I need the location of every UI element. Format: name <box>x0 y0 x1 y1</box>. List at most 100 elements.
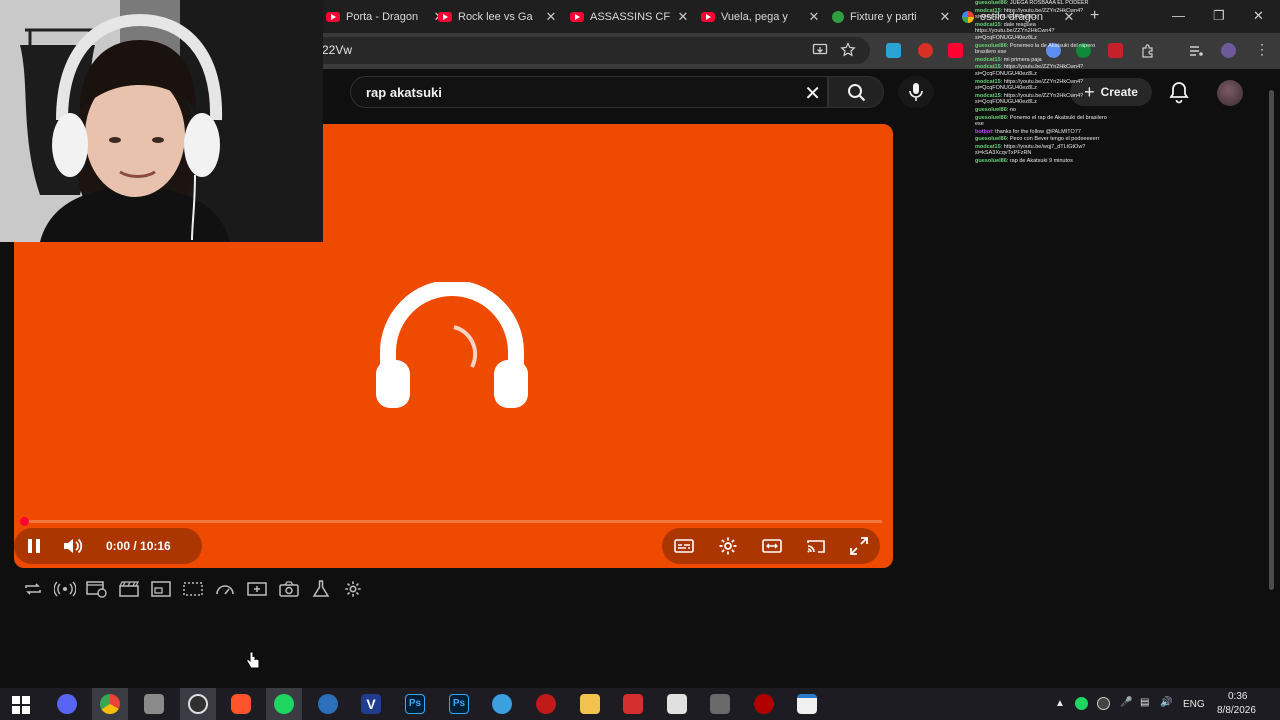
app-icon[interactable] <box>623 694 643 714</box>
profile-icon[interactable] <box>1221 43 1236 58</box>
chat-username: guesoluel86 <box>975 42 1007 49</box>
spotify-tray-icon[interactable] <box>1075 697 1088 710</box>
theater-mode-icon[interactable] <box>762 538 782 554</box>
chat-username: guesoluel86 <box>975 136 1007 143</box>
extension-icon[interactable] <box>948 43 963 58</box>
youtube-icon <box>570 11 584 22</box>
app-icon[interactable] <box>667 694 687 714</box>
app-icon[interactable] <box>318 694 338 714</box>
edge-icon[interactable] <box>492 694 512 714</box>
search-input[interactable]: rap akatsuki <box>366 85 442 100</box>
gear-icon[interactable] <box>342 579 364 599</box>
bookmark-star-icon[interactable] <box>840 42 856 58</box>
volume-icon <box>64 538 83 554</box>
spotify-icon[interactable] <box>274 694 294 714</box>
restore-icon[interactable]: ❐ <box>1213 8 1225 24</box>
clock-date[interactable]: 8/8/2026 <box>1217 705 1256 716</box>
chat-text: : mi primera paja <box>1000 56 1042 63</box>
obs-icon[interactable] <box>188 694 208 714</box>
extension-icon[interactable] <box>918 43 933 58</box>
speed-gauge-icon[interactable] <box>214 579 236 599</box>
photoshop-icon[interactable]: Ps <box>449 694 469 714</box>
browser-menu-icon[interactable]: ⋮ <box>1255 41 1269 58</box>
app-icon[interactable] <box>536 694 556 714</box>
add-frame-icon[interactable] <box>246 579 268 599</box>
close-window-icon[interactable]: ✕ <box>1253 8 1264 24</box>
photoshop-icon[interactable]: Ps <box>405 694 425 714</box>
file-explorer-icon[interactable] <box>580 694 600 714</box>
install-app-icon[interactable] <box>812 42 828 58</box>
progress-scrubber[interactable] <box>20 517 29 526</box>
loop-icon[interactable] <box>22 579 44 599</box>
search-box[interactable]: rap akatsuki ✕ <box>350 76 828 108</box>
clock-time[interactable]: 0:36 <box>1228 691 1247 702</box>
tab-rock-lee[interactable]: Rock lee vs Ga ✕ <box>434 4 564 29</box>
extensions-puzzle-icon[interactable] <box>1140 43 1156 59</box>
extension-icon[interactable] <box>886 43 901 58</box>
google-icon <box>962 10 974 23</box>
tab-fixture[interactable]: Fixture y parti ✕ <box>828 4 958 29</box>
youtube-icon <box>326 11 340 22</box>
progress-bar[interactable] <box>24 520 882 523</box>
soccer-icon <box>832 10 844 23</box>
chat-message: modcat15: https://youtu.be/ZZYn2HkCwn4?s… <box>975 79 1115 92</box>
chat-text: : no <box>1006 106 1016 113</box>
subtitles-icon[interactable] <box>674 538 694 554</box>
app-icon[interactable] <box>754 694 774 714</box>
time-display: 0:00 / 10:16 <box>106 539 171 553</box>
vegas-icon[interactable]: V <box>361 694 381 714</box>
chat-message: guesoluel86: Ponemo el rap de Akatsuki d… <box>975 115 1115 128</box>
chrome-icon[interactable] <box>100 694 120 714</box>
url-text: 22Vw <box>322 43 353 57</box>
close-tab-icon[interactable]: ✕ <box>676 9 690 25</box>
tab-porta-dragon[interactable]: Porta - Dragon ✕ <box>322 4 452 29</box>
headphones-icon <box>376 282 528 408</box>
close-tab-icon[interactable]: ✕ <box>938 9 952 25</box>
flask-icon[interactable] <box>310 579 332 599</box>
cast-icon[interactable] <box>806 538 826 554</box>
brave-icon[interactable] <box>231 694 251 714</box>
language-indicator[interactable]: ENG <box>1183 699 1205 710</box>
tab-assassins[interactable]: ASSASSINS CF ✕ <box>566 4 696 29</box>
chat-message: modcat15: https://youtu.be/ZZYn2HkCwn4?s… <box>975 64 1115 77</box>
notifications-bell-icon[interactable] <box>1168 80 1190 104</box>
windows-start-icon[interactable] <box>12 696 30 714</box>
minecraft-icon[interactable] <box>710 694 730 714</box>
chat-text: : thanks for the follow @PALMITO77 <box>992 128 1081 135</box>
obs-tray-icon[interactable] <box>1097 697 1110 710</box>
fullscreen-icon[interactable] <box>850 537 868 555</box>
show-hidden-icons[interactable]: ▲ <box>1055 698 1065 709</box>
camera-icon[interactable] <box>278 579 300 599</box>
broadcast-icon[interactable] <box>54 579 76 599</box>
network-icon[interactable]: ▤ <box>1140 697 1149 708</box>
microphone-tray-icon[interactable]: 🎤 <box>1120 697 1132 708</box>
cinema-mode-icon[interactable] <box>182 579 204 599</box>
chat-username: modcat15 <box>975 56 1001 63</box>
volume-button[interactable] <box>54 537 94 555</box>
right-controls <box>662 528 880 564</box>
url-bar[interactable]: 22Vw <box>300 37 870 64</box>
app-icon[interactable] <box>144 694 164 714</box>
media-control-icon[interactable] <box>1188 43 1204 59</box>
voice-search-button[interactable] <box>898 76 934 108</box>
pause-icon <box>28 539 40 553</box>
close-tab-icon[interactable]: ✕ <box>544 9 558 25</box>
tab-vuela-pega[interactable]: Vuela, pega y ✕ <box>697 4 827 29</box>
pause-button[interactable] <box>14 538 54 554</box>
chat-username: modcat15 <box>975 21 1001 28</box>
picture-in-picture-icon[interactable] <box>150 579 172 599</box>
search-icon <box>848 84 866 102</box>
volume-tray-icon[interactable]: 🔊 <box>1160 697 1172 708</box>
scrollbar-thumb[interactable] <box>1269 90 1274 590</box>
streamer-webcam-image <box>0 0 323 242</box>
clear-search-icon[interactable]: ✕ <box>804 81 821 106</box>
close-tab-icon[interactable]: ✕ <box>807 9 821 25</box>
clapperboard-icon[interactable] <box>118 579 140 599</box>
discord-icon[interactable] <box>57 694 77 714</box>
app-icon[interactable] <box>797 694 817 714</box>
screenshot-window-icon[interactable] <box>86 579 108 599</box>
search-button[interactable] <box>828 76 884 108</box>
minimize-icon[interactable]: — <box>1172 8 1185 23</box>
settings-gear-icon[interactable] <box>718 536 738 556</box>
account-avatar[interactable] <box>1217 80 1243 106</box>
